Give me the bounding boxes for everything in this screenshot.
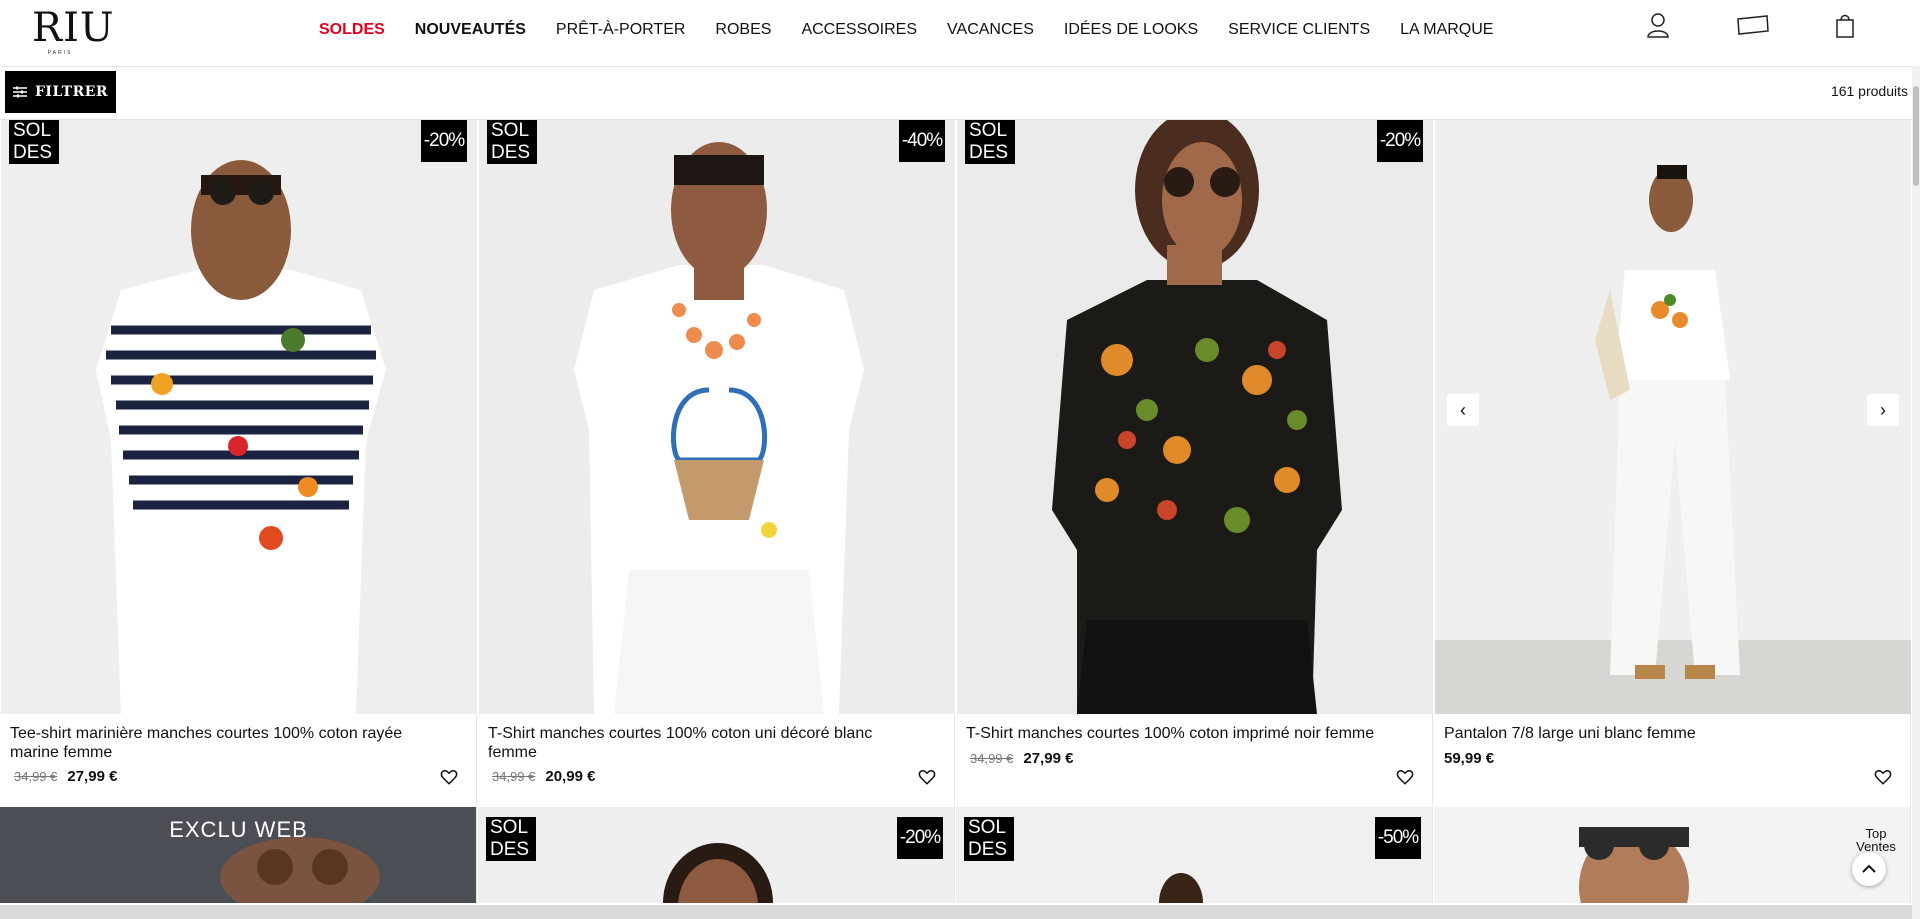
discount-badge: -20%: [1377, 120, 1423, 162]
product-image[interactable]: SOL DES -40%: [479, 120, 955, 714]
nav-item-pret-a-porter[interactable]: PRÊT-À-PORTER: [556, 20, 716, 40]
product-title[interactable]: Pantalon 7/8 large uni blanc femme: [1444, 724, 1874, 743]
wishlist-heart-icon[interactable]: [918, 768, 936, 786]
scrollbar-thumb[interactable]: [1913, 86, 1919, 186]
filter-label: FILTRER: [34, 84, 109, 100]
chevron-up-icon: [1862, 864, 1876, 873]
carousel-next-button[interactable]: ›: [1867, 394, 1899, 426]
sale-price: 27,99 €: [1023, 750, 1074, 767]
product-image[interactable]: SOL DES -20%: [1, 120, 477, 714]
exclu-web-banner: EXCLU WEB: [169, 817, 308, 842]
product-image[interactable]: SOL DES -20%: [957, 120, 1433, 714]
nav-item-vacances[interactable]: VACANCES: [947, 20, 1064, 40]
discount-badge: -20%: [897, 817, 943, 859]
product-image[interactable]: ‹ ›: [1435, 120, 1911, 714]
discount-badge: -40%: [899, 120, 945, 162]
chevron-right-icon: ›: [1880, 399, 1886, 420]
user-icon[interactable]: [1643, 10, 1673, 40]
soldes-badge: SOL DES: [965, 120, 1015, 164]
product-title[interactable]: T-Shirt manches courtes 100% coton uni d…: [488, 724, 918, 762]
back-to-top-button[interactable]: [1852, 852, 1886, 886]
sale-price: 20,99 €: [545, 768, 596, 785]
soldes-badge: SOL DES: [486, 817, 536, 861]
soldes-badge: SOL DES: [964, 817, 1014, 861]
old-price: 34,99 €: [14, 769, 58, 784]
scrollbar[interactable]: [1912, 66, 1920, 919]
logo-text: RIU: [32, 5, 115, 51]
soldes-badge: SOL DES: [9, 120, 59, 164]
product-count: 161 produits: [1830, 83, 1908, 99]
product-title[interactable]: T-Shirt manches courtes 100% coton impri…: [966, 724, 1396, 743]
wishlist-heart-icon[interactable]: [1396, 768, 1414, 786]
brand-logo[interactable]: RIU PARIS: [32, 5, 115, 56]
soldes-badge: SOL DES: [487, 120, 537, 164]
product-card[interactable]: [1434, 807, 1911, 903]
discount-badge: -20%: [421, 120, 467, 162]
top-ventes-label[interactable]: Top Ventes: [1854, 827, 1898, 853]
product-image[interactable]: [956, 807, 1433, 903]
filter-sliders-icon: [12, 86, 27, 98]
site-header: RIU PARIS SOLDES NOUVEAUTÉS PRÊT-À-PORTE…: [0, 0, 1920, 67]
product-card[interactable]: SOL DES -20% Tee-shirt marinière manches …: [0, 120, 477, 806]
main-nav: SOLDES NOUVEAUTÉS PRÊT-À-PORTER ROBES AC…: [319, 20, 1523, 40]
page-bottom-strip: [0, 905, 1912, 919]
filter-bar: FILTRER 161 produits: [0, 67, 1920, 120]
product-prices: 34,99 € 20,99 €: [488, 768, 595, 785]
wishlist-heart-icon[interactable]: [440, 768, 458, 786]
product-prices: 34,99 € 27,99 €: [966, 750, 1073, 767]
filter-button[interactable]: FILTRER: [5, 71, 116, 113]
gift-card-icon[interactable]: [1736, 10, 1770, 40]
product-card[interactable]: SOL DES -50%: [956, 807, 1433, 903]
price: 59,99 €: [1444, 750, 1495, 767]
product-prices: 59,99 €: [1444, 750, 1494, 767]
nav-item-robes[interactable]: ROBES: [715, 20, 801, 40]
sale-price: 27,99 €: [67, 768, 118, 785]
discount-badge: -50%: [1375, 817, 1421, 859]
product-card[interactable]: SOL DES -40% T-Shirt manches courtes 100%…: [478, 120, 955, 806]
old-price: 34,99 €: [492, 769, 536, 784]
product-title[interactable]: Tee-shirt marinière manches courtes 100%…: [10, 724, 440, 762]
nav-item-service-clients[interactable]: SERVICE CLIENTS: [1228, 20, 1400, 40]
product-prices: 34,99 € 27,99 €: [10, 768, 117, 785]
nav-item-la-marque[interactable]: LA MARQUE: [1400, 20, 1523, 40]
nav-item-accessoires[interactable]: ACCESSOIRES: [801, 20, 947, 40]
product-card[interactable]: EXCLU WEB: [0, 807, 477, 903]
product-card[interactable]: SOL DES -20%: [478, 807, 955, 903]
product-card[interactable]: ‹ › Pantalon 7/8 large uni blanc femme 5…: [1434, 120, 1911, 806]
wishlist-heart-icon[interactable]: [1874, 768, 1892, 786]
nav-item-nouveautes[interactable]: NOUVEAUTÉS: [415, 20, 556, 40]
product-image[interactable]: [478, 807, 955, 903]
product-card[interactable]: SOL DES -20% T-Shirt manches courtes 100%…: [956, 120, 1433, 806]
nav-item-soldes[interactable]: SOLDES: [319, 20, 415, 40]
nav-item-idees-de-looks[interactable]: IDÉES DE LOOKS: [1064, 20, 1228, 40]
old-price: 34,99 €: [970, 751, 1014, 766]
carousel-prev-button[interactable]: ‹: [1447, 394, 1479, 426]
product-image[interactable]: [1434, 807, 1911, 903]
chevron-left-icon: ‹: [1460, 399, 1466, 420]
shopping-bag-icon[interactable]: [1830, 10, 1860, 40]
